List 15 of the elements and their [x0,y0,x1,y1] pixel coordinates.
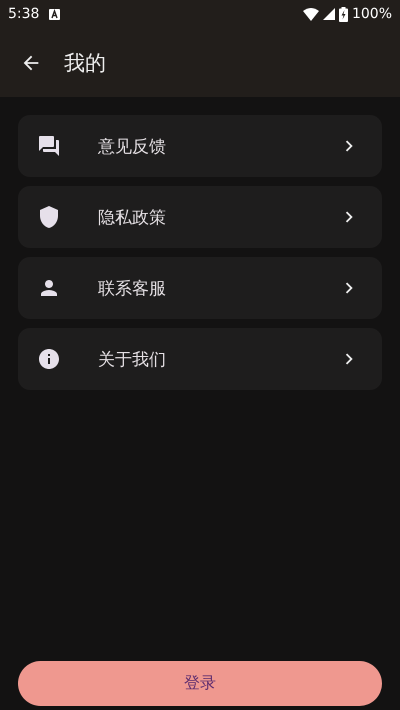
signal-icon [322,8,335,20]
wifi-icon [302,8,319,20]
info-icon [37,347,61,371]
menu-item[interactable]: 关于我们 [18,328,382,390]
notification-icon [49,8,60,20]
login-button[interactable]: 登录 [18,661,382,706]
page-title: 我的 [64,50,106,76]
menu-item[interactable]: 联系客服 [18,257,382,319]
battery-level: 100% [352,6,392,22]
shield-icon [37,205,61,229]
status-time: 5:38 [8,6,40,22]
chat-icon [37,134,61,158]
battery-icon [338,6,348,22]
menu-item[interactable]: 意见反馈 [18,115,382,177]
menu-item[interactable]: 隐私政策 [18,186,382,248]
